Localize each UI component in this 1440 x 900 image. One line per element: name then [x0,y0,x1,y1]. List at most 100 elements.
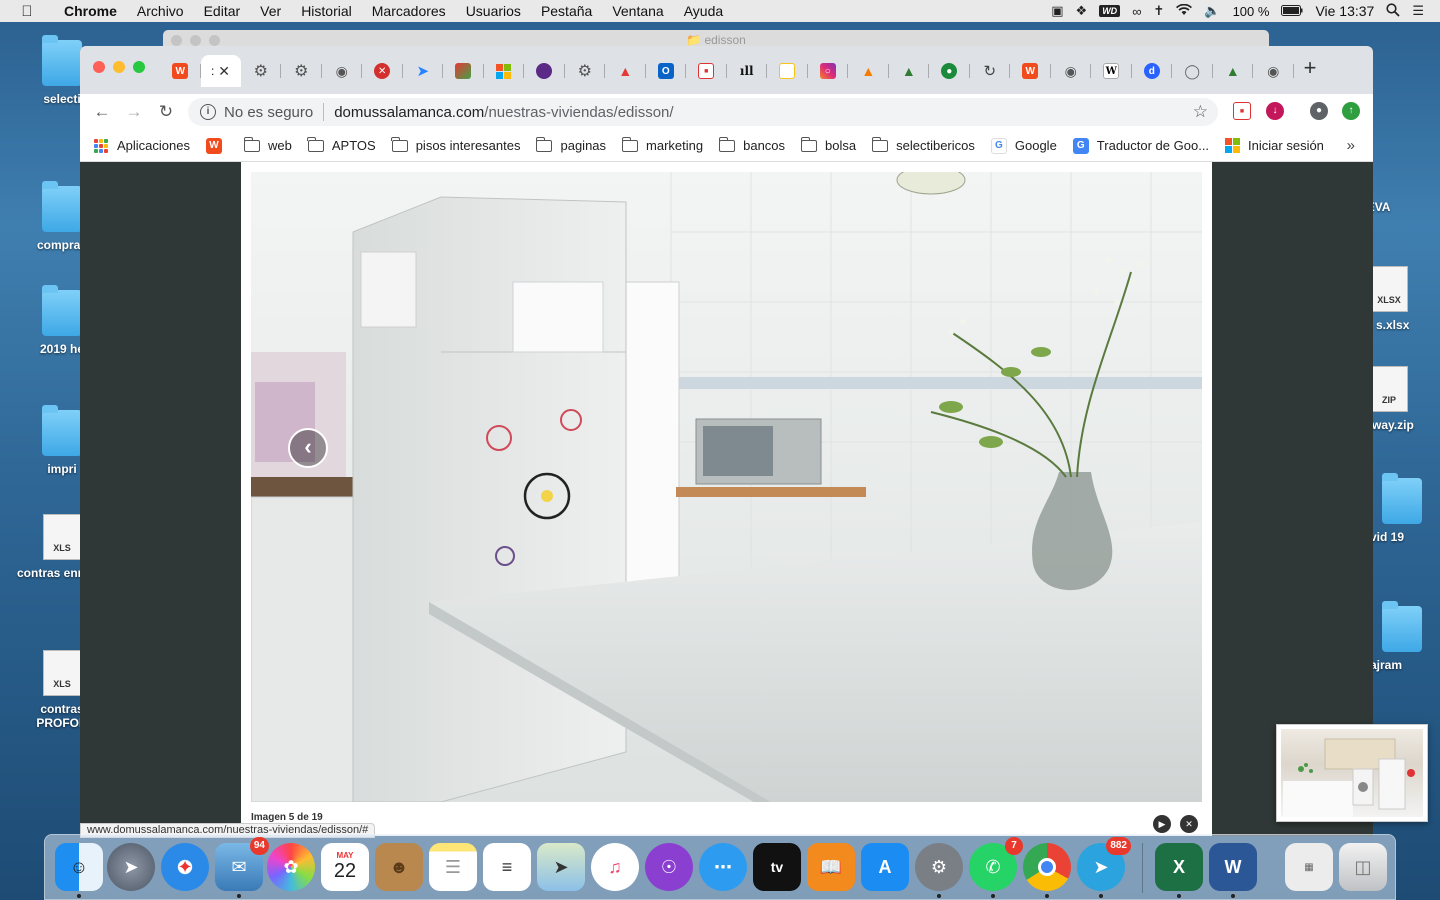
volume-icon[interactable]: 🔈 [1204,3,1220,19]
desktop-folder-ajram[interactable]: ajram [1366,601,1438,672]
tab-idealista[interactable]: ■ [686,55,727,87]
menu-ver[interactable]: Ver [250,3,291,19]
system-preferences-icon[interactable]: ⚙ [915,843,963,898]
safari-icon[interactable]: ✦ [161,843,209,891]
recent-documents-stack-icon[interactable]: ▦ [1285,843,1333,891]
bookmark-translate[interactable]: G Traductor de Goo... [1072,137,1209,154]
extension-red-icon[interactable]: ■ [1233,102,1251,120]
tab-ill[interactable]: ıll [727,55,768,87]
apple-tv-icon[interactable]: tv [753,843,801,891]
mail-icon[interactable]: ✉ 94 [215,837,269,898]
bookmark-star-icon[interactable]: ☆ [1193,102,1208,122]
menu-editar[interactable]: Editar [194,3,251,19]
notification-center-icon[interactable]: ☰ [1412,3,1424,19]
desktop-folder-vid19[interactable]: vid 19 [1366,473,1438,544]
bluetooth-icon[interactable]: ✝ [1153,3,1164,19]
download-extension-icon[interactable]: ↓ [1266,102,1284,120]
tab-green-circle[interactable]: ● [929,55,970,87]
tab-red-circle[interactable]: ✕ [362,55,403,87]
bookmark-folder-web[interactable]: web [243,136,292,153]
bookmark-google[interactable]: G Google [990,137,1057,154]
bookmark-folder-marketing[interactable]: marketing [621,136,703,153]
tab-gray[interactable]: ◯ [1172,55,1213,87]
clock[interactable]: Vie 13:37 [1315,3,1374,19]
bookmarks-overflow-icon[interactable]: » [1347,137,1355,154]
tab-microsoft[interactable] [484,55,525,87]
bookmark-wallapop[interactable]: W [206,137,228,154]
tab-instagram[interactable]: ○ [808,55,849,87]
music-icon[interactable]: ♫ [591,843,639,891]
bookmark-folder-aptos[interactable]: APTOS [307,136,376,153]
telegram-icon[interactable]: ➤ 882 [1077,837,1131,898]
podcasts-icon[interactable]: ☉ [645,843,693,891]
close-lightbox-button[interactable]: ✕ [1180,815,1198,833]
tab-circle-arrow[interactable]: ↻ [970,55,1011,87]
tab-jira[interactable]: ➤ [403,55,444,87]
tab-flame-2[interactable]: ▲ [848,55,889,87]
tab-globe-1[interactable]: ◉ [322,55,363,87]
messages-icon[interactable]: ⋯ [699,843,747,891]
battery-icon[interactable] [1281,4,1303,19]
url-path[interactable]: /nuestras-viviendas/edisson/ [484,104,673,121]
close-tab-icon[interactable]: ✕ [218,63,230,80]
new-tab-button[interactable]: + [1298,55,1322,81]
display-icon[interactable]: ▣ [1051,3,1063,19]
dropbox-icon[interactable]: ❖ [1076,3,1088,19]
menu-marcadores[interactable]: Marcadores [362,3,456,19]
previous-image-button[interactable]: ‹ [288,428,328,468]
chrome-icon[interactable] [1023,843,1071,898]
photos-icon[interactable]: ✿ [267,843,315,891]
books-icon[interactable]: 📖 [807,843,855,891]
tab-settings-1[interactable]: ⚙ [241,55,282,87]
trash-icon[interactable]: ◫ [1339,843,1387,891]
tab-colorful[interactable] [443,55,484,87]
tab-d-blue[interactable]: d [1132,55,1173,87]
update-icon[interactable]: ↑ [1342,102,1360,120]
tab-yellow[interactable] [767,55,808,87]
tab-flame-1[interactable]: ▲ [605,55,646,87]
word-icon[interactable]: W [1209,843,1257,898]
tab-purple[interactable] [524,55,565,87]
security-indicator[interactable]: No es seguro [224,104,313,121]
excel-icon[interactable]: X [1155,843,1203,898]
forward-button[interactable]: → [118,102,150,122]
bookmark-folder-paginas[interactable]: paginas [535,136,606,153]
menu-ventana[interactable]: Ventana [602,3,673,19]
wifi-icon[interactable] [1176,3,1193,19]
tab-outlook[interactable]: O [646,55,687,87]
launchpad-icon[interactable]: ➤ [107,843,155,891]
finder-icon[interactable]: ☺ [55,843,103,898]
reminders-icon[interactable]: ≡ [483,843,531,891]
wd-badge[interactable]: WD [1099,5,1121,17]
tab-globe-3[interactable]: ◉ [1253,55,1294,87]
back-button[interactable]: ← [86,102,118,122]
bookmark-microsoft-login[interactable]: Iniciar sesión [1225,138,1324,153]
contacts-icon[interactable]: ☻ [375,843,423,891]
bookmark-folder-bolsa[interactable]: bolsa [800,136,856,153]
url-host[interactable]: domussalamanca.com [334,104,484,121]
zoom-window-button[interactable] [133,61,145,73]
apple-menu-icon[interactable]:  [0,3,54,20]
tab-wikipedia[interactable]: W [1091,55,1132,87]
menu-ayuda[interactable]: Ayuda [674,3,733,19]
notes-icon[interactable]: ☰ [429,843,477,891]
menu-historial[interactable]: Historial [291,3,362,19]
bookmark-folder-pisos[interactable]: pisos interesantes [391,136,520,153]
close-window-button[interactable] [93,61,105,73]
bookmark-folder-selectibericos[interactable]: selectibericos [871,136,975,153]
menu-archivo[interactable]: Archivo [127,3,194,19]
tab-globe-2[interactable]: ◉ [1051,55,1092,87]
menu-app-name[interactable]: Chrome [54,3,127,19]
info-icon[interactable]: i [200,104,216,120]
reload-button[interactable]: ↻ [150,102,182,122]
tab-wallapop-2[interactable]: W [1010,55,1051,87]
hover-thumbnail-preview[interactable] [1276,724,1428,822]
tab-settings-3[interactable]: ⚙ [565,55,606,87]
spotlight-icon[interactable] [1386,2,1400,20]
app-store-icon[interactable]: A [861,843,909,891]
tab-green-2[interactable]: ▲ [1213,55,1254,87]
tab-settings-2[interactable]: ⚙ [281,55,322,87]
address-bar[interactable]: i No es seguro domussalamanca.com/nuestr… [188,98,1218,126]
tab-green-1[interactable]: ▲ [889,55,930,87]
tab-active[interactable]: : ✕ [200,55,241,87]
